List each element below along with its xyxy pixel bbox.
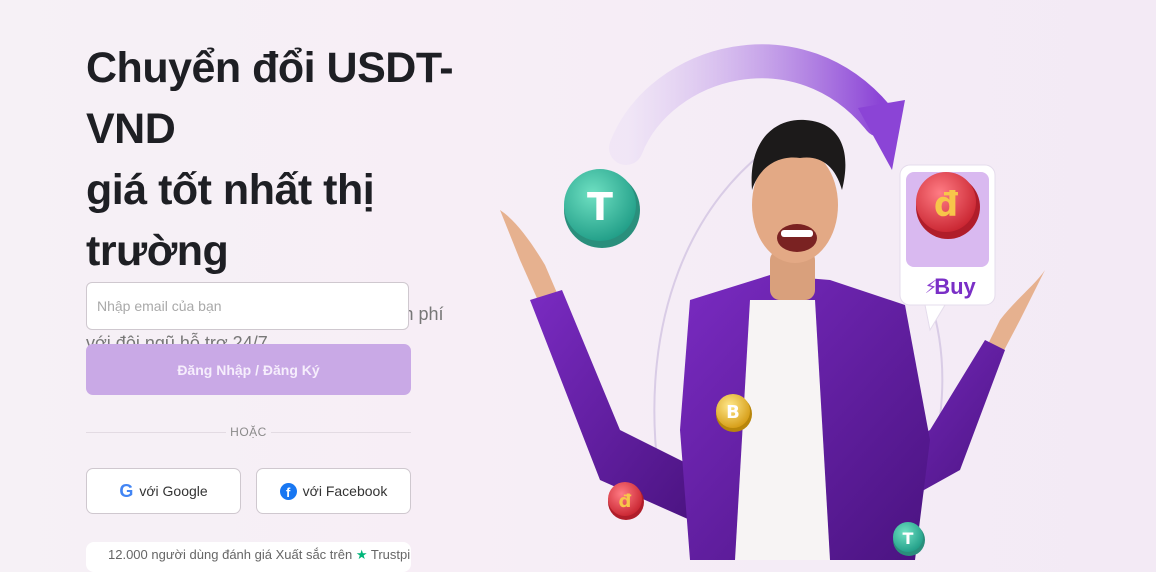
facebook-label: với Facebook bbox=[302, 483, 388, 499]
tether-coin-icon: T bbox=[564, 169, 640, 248]
svg-text:T: T bbox=[587, 185, 613, 229]
buy-label: Buy bbox=[934, 274, 976, 299]
svg-text:B: B bbox=[726, 402, 740, 423]
google-login-button[interactable]: G với Google bbox=[86, 468, 241, 514]
page-title: Chuyển đổi USDT-VND giá tốt nhất thị trư… bbox=[86, 38, 466, 282]
hero-illustration: T đ ⚡ Buy B đ T bbox=[500, 44, 1045, 560]
curved-arrow bbox=[609, 44, 897, 165]
email-input[interactable] bbox=[86, 282, 409, 330]
google-icon: G bbox=[119, 481, 134, 501]
arrow-head-icon bbox=[858, 100, 905, 170]
facebook-login-button[interactable]: f với Facebook bbox=[256, 468, 411, 514]
title-line-1: Chuyển đổi USDT-VND bbox=[86, 44, 454, 153]
trustpilot-banner: 12.000 người dùng đánh giá Xuất sắc trên… bbox=[86, 542, 411, 572]
or-divider: HOẶC bbox=[86, 423, 411, 443]
small-tether-coin-icon: T bbox=[893, 522, 925, 556]
svg-text:T: T bbox=[903, 529, 914, 548]
svg-text:đ: đ bbox=[619, 491, 632, 512]
buy-card: đ ⚡ Buy bbox=[899, 164, 996, 332]
divider-text: HOẶC bbox=[230, 425, 267, 439]
dong-symbol-icon: đ bbox=[934, 185, 959, 225]
login-register-button[interactable]: Đăng Nhập / Đăng Ký bbox=[86, 344, 411, 395]
google-label: với Google bbox=[139, 483, 208, 499]
facebook-icon: f bbox=[279, 482, 297, 500]
title-line-2: giá tốt nhất thị trường bbox=[86, 166, 375, 275]
